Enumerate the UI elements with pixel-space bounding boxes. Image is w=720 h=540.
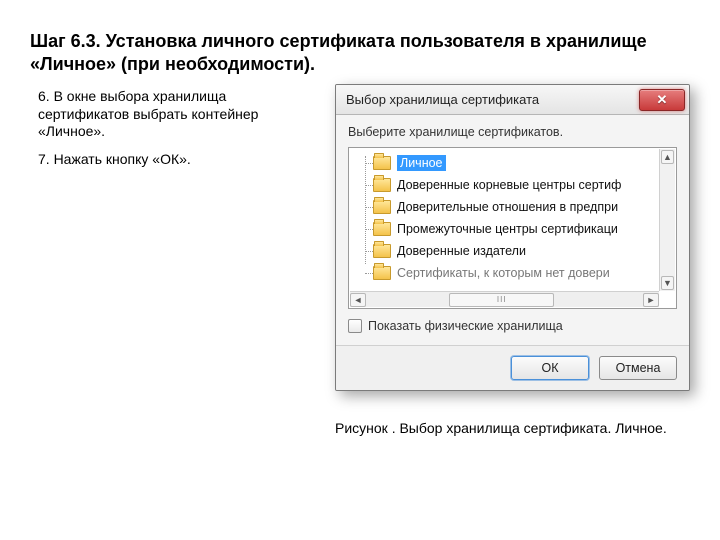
show-physical-checkbox[interactable]: [348, 319, 362, 333]
tree-item-untrusted[interactable]: Сертификаты, к которым нет довери: [359, 262, 674, 284]
dialog-prompt: Выберите хранилище сертификатов.: [348, 125, 677, 139]
tree-item-label: Доверенные издатели: [397, 244, 526, 258]
scroll-track[interactable]: III: [366, 293, 643, 307]
dialog-titlebar[interactable]: Выбор хранилища сертификата ✕: [336, 85, 689, 115]
ok-button[interactable]: ОК: [511, 356, 589, 380]
tree-item-trusted-root[interactable]: Доверенные корневые центры сертиф: [359, 174, 674, 196]
scroll-thumb[interactable]: III: [449, 293, 554, 307]
store-tree: Личное Доверенные корневые центры сертиф…: [348, 147, 677, 309]
dialog-button-row: ОК Отмена: [336, 345, 689, 390]
tree-item-label: Сертификаты, к которым нет довери: [397, 266, 610, 280]
tree-item-personal[interactable]: Личное: [359, 152, 674, 174]
cancel-button[interactable]: Отмена: [599, 356, 677, 380]
vertical-scrollbar[interactable]: ▲ ▼: [659, 149, 675, 291]
folder-icon: [373, 244, 391, 258]
certificate-store-dialog: Выбор хранилища сертификата ✕ Выберите х…: [335, 84, 690, 391]
folder-icon: [373, 266, 391, 280]
tree-item-label: Личное: [397, 155, 446, 171]
scroll-down-arrow-icon[interactable]: ▼: [661, 276, 674, 290]
scroll-right-arrow-icon[interactable]: ►: [643, 293, 659, 307]
folder-icon: [373, 156, 391, 170]
folder-icon: [373, 178, 391, 192]
show-physical-label: Показать физические хранилища: [368, 319, 563, 333]
instructions-block: 6. В окне выбора хранилища сертификатов …: [38, 88, 308, 178]
scroll-up-arrow-icon[interactable]: ▲: [661, 150, 674, 164]
show-physical-row[interactable]: Показать физические хранилища: [348, 319, 677, 333]
tree-item-intermediate-ca[interactable]: Промежуточные центры сертификаци: [359, 218, 674, 240]
dialog-title: Выбор хранилища сертификата: [346, 92, 539, 107]
folder-icon: [373, 222, 391, 236]
close-icon: ✕: [657, 93, 668, 106]
horizontal-scrollbar[interactable]: ◄ III ►: [350, 291, 659, 307]
step-heading: Шаг 6.3. Установка личного сертификата п…: [30, 30, 690, 77]
tree-item-trusted-publishers[interactable]: Доверенные издатели: [359, 240, 674, 262]
tree-item-enterprise-trust[interactable]: Доверительные отношения в предпри: [359, 196, 674, 218]
instruction-step-6: 6. В окне выбора хранилища сертификатов …: [38, 88, 308, 141]
instruction-step-7: 7. Нажать кнопку «ОК».: [38, 151, 308, 169]
close-button[interactable]: ✕: [639, 89, 685, 111]
dialog-body: Выберите хранилище сертификатов. Личное …: [336, 115, 689, 345]
folder-icon: [373, 200, 391, 214]
tree-item-label: Доверенные корневые центры сертиф: [397, 178, 621, 192]
tree-item-label: Доверительные отношения в предпри: [397, 200, 618, 214]
figure-caption: Рисунок . Выбор хранилища сертификата. Л…: [335, 420, 695, 436]
tree-item-label: Промежуточные центры сертификаци: [397, 222, 618, 236]
scroll-left-arrow-icon[interactable]: ◄: [350, 293, 366, 307]
